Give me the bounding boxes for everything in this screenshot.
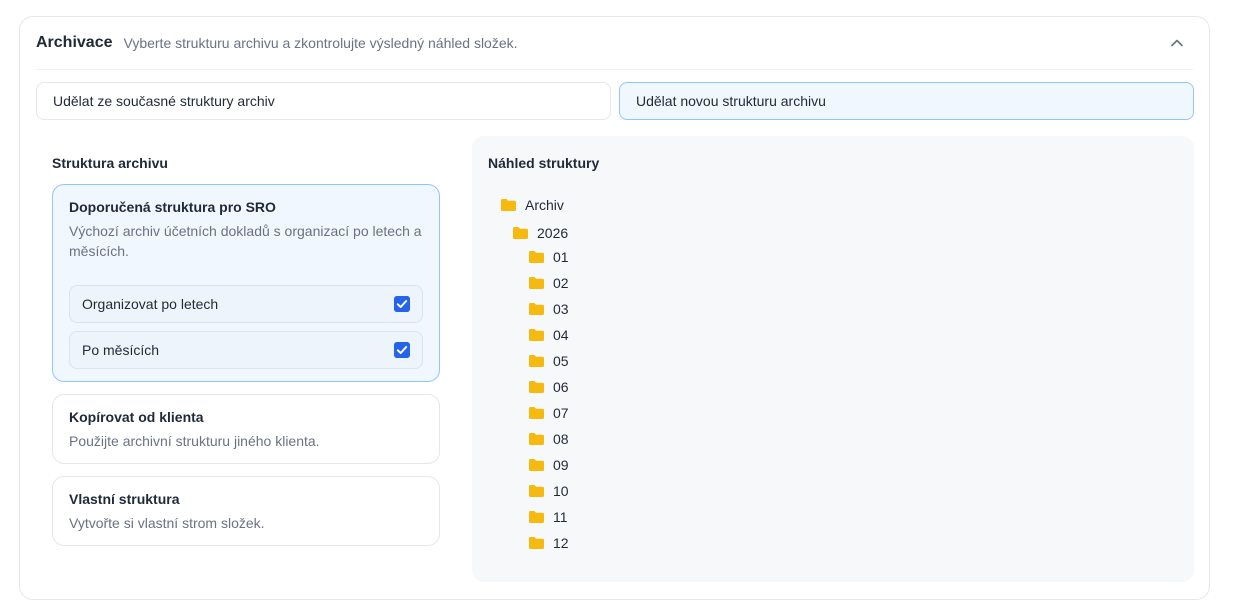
folder-icon	[529, 381, 544, 393]
tree-item-month: 01	[529, 249, 569, 265]
tree-label: 11	[553, 509, 568, 525]
folder-icon	[529, 511, 544, 523]
folder-icon	[529, 277, 544, 289]
option-title: Vlastní struktura	[69, 491, 180, 507]
tree-label: 01	[553, 249, 569, 265]
structure-preview: Náhled struktury Archiv 2026 01 02 03 04	[472, 136, 1194, 582]
option-title: Kopírovat od klienta	[69, 409, 204, 425]
chevron-up-icon[interactable]	[1169, 35, 1185, 51]
tree-label: Archiv	[525, 197, 564, 213]
tree-item-month: 03	[529, 301, 569, 317]
checkbox-row-years[interactable]: Organizovat po letech	[69, 285, 423, 323]
tree-label: 03	[553, 301, 569, 317]
tree-item-month: 07	[529, 405, 569, 421]
tree-item-year: 2026	[513, 225, 568, 241]
tree-item-month: 11	[529, 509, 568, 525]
checkbox-checked-icon[interactable]	[394, 342, 410, 358]
folder-icon	[529, 251, 544, 263]
tree-label: 09	[553, 457, 569, 473]
folder-icon	[529, 407, 544, 419]
panel-title: Archivace	[36, 34, 113, 51]
tree-label: 02	[553, 275, 569, 291]
checkbox-label: Organizovat po letech	[82, 296, 219, 312]
panel-subtitle: Vyberte strukturu archivu a zkontrolujte…	[123, 35, 518, 51]
tree-label: 10	[553, 483, 569, 499]
option-recommended-sro[interactable]: Doporučená struktura pro SRO Výchozí arc…	[52, 184, 440, 382]
tree-item-month: 10	[529, 483, 569, 499]
checkbox-label: Po měsících	[82, 342, 160, 358]
folder-icon	[529, 459, 544, 471]
folder-icon	[529, 355, 544, 367]
option-custom-structure[interactable]: Vlastní struktura Vytvořte si vlastní st…	[52, 476, 440, 546]
tree-label: 12	[553, 535, 569, 551]
folder-icon	[529, 537, 544, 549]
checkbox-row-months[interactable]: Po měsících	[69, 331, 423, 369]
tree-item-month: 06	[529, 379, 569, 395]
folder-icon	[529, 329, 544, 341]
tree-item-month: 08	[529, 431, 569, 447]
tree-label: 08	[553, 431, 569, 447]
mode-new-structure-button[interactable]: Udělat novou strukturu archivu	[619, 82, 1194, 120]
tree-item-month: 04	[529, 327, 569, 343]
mode-existing-structure-button[interactable]: Udělat ze současné struktury archiv	[36, 82, 611, 120]
tree-label: 06	[553, 379, 569, 395]
panel-header: Archivace Vyberte strukturu archivu a zk…	[36, 17, 1193, 70]
tree-label: 07	[553, 405, 569, 421]
preview-heading: Náhled struktury	[488, 155, 600, 171]
tree-item-month: 02	[529, 275, 569, 291]
option-description: Použijte archivní strukturu jiného klien…	[69, 433, 320, 449]
option-description: Výchozí archiv účetních dokladů s organi…	[69, 223, 422, 259]
tree-item-month: 12	[529, 535, 569, 551]
tree-item-month: 05	[529, 353, 569, 369]
archive-panel: Archivace Vyberte strukturu archivu a zk…	[19, 16, 1210, 600]
tree-label: 05	[553, 353, 569, 369]
option-copy-from-client[interactable]: Kopírovat od klienta Použijte archivní s…	[52, 394, 440, 464]
folder-icon	[501, 199, 516, 211]
tree-label: 04	[553, 327, 569, 343]
tree-item-month: 09	[529, 457, 569, 473]
tree-item-root: Archiv	[501, 197, 564, 213]
folder-icon	[529, 433, 544, 445]
tree-label: 2026	[537, 225, 569, 241]
folder-icon	[529, 485, 544, 497]
checkbox-checked-icon[interactable]	[394, 296, 410, 312]
structure-heading: Struktura archivu	[52, 155, 168, 171]
option-description: Vytvořte si vlastní strom složek.	[69, 515, 265, 531]
folder-icon	[513, 227, 528, 239]
folder-icon	[529, 303, 544, 315]
option-title: Doporučená struktura pro SRO	[69, 199, 276, 215]
